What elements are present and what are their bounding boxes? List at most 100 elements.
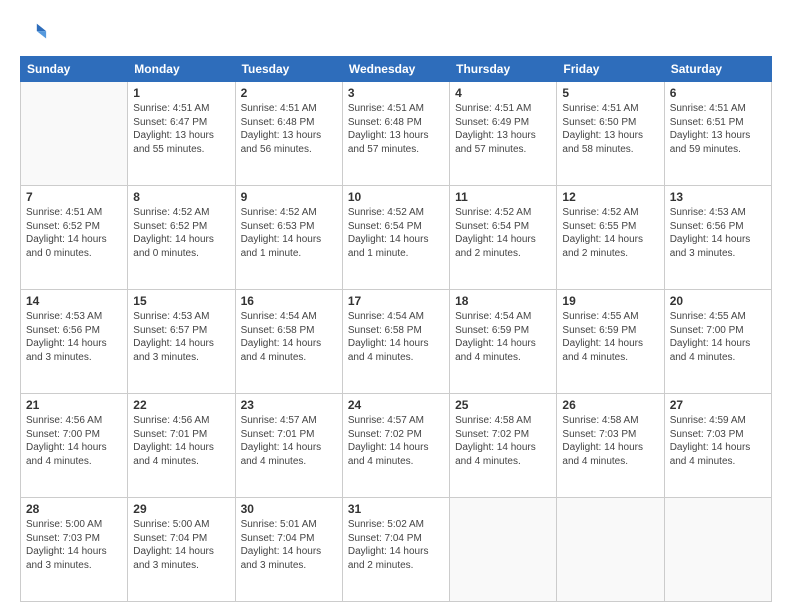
cell-day-number: 23 <box>241 398 337 412</box>
calendar-cell: 10Sunrise: 4:52 AM Sunset: 6:54 PM Dayli… <box>342 186 449 290</box>
cell-day-number: 25 <box>455 398 551 412</box>
cell-day-number: 26 <box>562 398 658 412</box>
calendar-cell: 15 Sunrise: 4:53 AM Sunset: 6:57 PM Dayli… <box>128 290 235 394</box>
calendar-cell: 17 Sunrise: 4:54 AM Sunset: 6:58 PM Dayli… <box>342 290 449 394</box>
calendar-cell: 31 Sunrise: 5:02 AM Sunset: 7:04 PM Dayli… <box>342 498 449 602</box>
cell-info: Sunrise: 4:57 AM Sunset: 7:01 PM Dayligh… <box>241 414 337 468</box>
calendar-cell: 14 Sunrise: 4:53 AM Sunset: 6:56 PM Dayli… <box>21 290 128 394</box>
calendar-cell: 8 Sunrise: 4:52 AM Sunset: 6:52 PM Daylig… <box>128 186 235 290</box>
cell-info: Sunrise: 5:00 AM Sunset: 7:04 PM Dayligh… <box>133 518 229 572</box>
calendar-cell: 18 Sunrise: 4:54 AM Sunset: 6:59 PM Dayli… <box>450 290 557 394</box>
page: SundayMondayTuesdayWednesdayThursdayFrid… <box>0 0 792 612</box>
cell-info: Sunrise: 4:53 AM Sunset: 6:56 PM Dayligh… <box>26 310 122 364</box>
cell-day-number: 19 <box>562 294 658 308</box>
cell-info: Sunrise: 4:55 AM Sunset: 7:00 PM Dayligh… <box>670 310 766 364</box>
cell-info: Sunrise: 4:58 AM Sunset: 7:03 PM Dayligh… <box>562 414 658 468</box>
cell-info: Sunrise: 4:51 AM Sunset: 6:47 PM Dayligh… <box>133 102 229 156</box>
calendar-cell: 5Sunrise: 4:51 AM Sunset: 6:50 PM Daylig… <box>557 82 664 186</box>
logo-icon <box>20 18 48 46</box>
calendar-week-0: 1Sunrise: 4:51 AM Sunset: 6:47 PM Daylig… <box>21 82 772 186</box>
calendar-cell: 2 Sunrise: 4:51 AM Sunset: 6:48 PM Daylig… <box>235 82 342 186</box>
cell-info: Sunrise: 4:52 AM Sunset: 6:52 PM Dayligh… <box>133 206 229 260</box>
cell-info: Sunrise: 4:53 AM Sunset: 6:56 PM Dayligh… <box>670 206 766 260</box>
cell-info: Sunrise: 4:52 AM Sunset: 6:54 PM Dayligh… <box>455 206 551 260</box>
day-header-monday: Monday <box>128 57 235 82</box>
cell-day-number: 31 <box>348 502 444 516</box>
cell-day-number: 24 <box>348 398 444 412</box>
cell-day-number: 12 <box>562 190 658 204</box>
cell-info: Sunrise: 4:51 AM Sunset: 6:49 PM Dayligh… <box>455 102 551 156</box>
calendar-cell: 19 Sunrise: 4:55 AM Sunset: 6:59 PM Dayli… <box>557 290 664 394</box>
cell-day-number: 17 <box>348 294 444 308</box>
calendar-cell: 22Sunrise: 4:56 AM Sunset: 7:01 PM Dayli… <box>128 394 235 498</box>
day-header-wednesday: Wednesday <box>342 57 449 82</box>
calendar-cell: 28 Sunrise: 5:00 AM Sunset: 7:03 PM Dayli… <box>21 498 128 602</box>
cell-day-number: 21 <box>26 398 122 412</box>
cell-day-number: 27 <box>670 398 766 412</box>
cell-day-number: 4 <box>455 86 551 100</box>
cell-info: Sunrise: 4:51 AM Sunset: 6:52 PM Dayligh… <box>26 206 122 260</box>
cell-info: Sunrise: 5:02 AM Sunset: 7:04 PM Dayligh… <box>348 518 444 572</box>
cell-day-number: 14 <box>26 294 122 308</box>
cell-day-number: 13 <box>670 190 766 204</box>
cell-day-number: 16 <box>241 294 337 308</box>
calendar-cell: 12Sunrise: 4:52 AM Sunset: 6:55 PM Dayli… <box>557 186 664 290</box>
calendar-week-1: 7 Sunrise: 4:51 AM Sunset: 6:52 PM Daylig… <box>21 186 772 290</box>
calendar-table: SundayMondayTuesdayWednesdayThursdayFrid… <box>20 56 772 602</box>
calendar-cell: 25 Sunrise: 4:58 AM Sunset: 7:02 PM Dayli… <box>450 394 557 498</box>
logo <box>20 18 52 46</box>
calendar-cell: 16 Sunrise: 4:54 AM Sunset: 6:58 PM Dayli… <box>235 290 342 394</box>
cell-day-number: 30 <box>241 502 337 516</box>
calendar-cell: 29 Sunrise: 5:00 AM Sunset: 7:04 PM Dayli… <box>128 498 235 602</box>
cell-info: Sunrise: 4:54 AM Sunset: 6:59 PM Dayligh… <box>455 310 551 364</box>
calendar-cell: 4 Sunrise: 4:51 AM Sunset: 6:49 PM Daylig… <box>450 82 557 186</box>
cell-info: Sunrise: 4:54 AM Sunset: 6:58 PM Dayligh… <box>241 310 337 364</box>
calendar-cell: 21 Sunrise: 4:56 AM Sunset: 7:00 PM Dayli… <box>21 394 128 498</box>
cell-info: Sunrise: 4:52 AM Sunset: 6:53 PM Dayligh… <box>241 206 337 260</box>
cell-day-number: 2 <box>241 86 337 100</box>
day-header-sunday: Sunday <box>21 57 128 82</box>
calendar-cell <box>664 498 771 602</box>
calendar-cell <box>557 498 664 602</box>
cell-info: Sunrise: 4:51 AM Sunset: 6:48 PM Dayligh… <box>348 102 444 156</box>
calendar-cell: 9Sunrise: 4:52 AM Sunset: 6:53 PM Daylig… <box>235 186 342 290</box>
cell-info: Sunrise: 4:51 AM Sunset: 6:51 PM Dayligh… <box>670 102 766 156</box>
cell-info: Sunrise: 5:01 AM Sunset: 7:04 PM Dayligh… <box>241 518 337 572</box>
calendar-cell: 1Sunrise: 4:51 AM Sunset: 6:47 PM Daylig… <box>128 82 235 186</box>
cell-info: Sunrise: 4:56 AM Sunset: 7:00 PM Dayligh… <box>26 414 122 468</box>
day-header-thursday: Thursday <box>450 57 557 82</box>
cell-day-number: 15 <box>133 294 229 308</box>
cell-day-number: 3 <box>348 86 444 100</box>
header <box>20 18 772 46</box>
cell-info: Sunrise: 5:00 AM Sunset: 7:03 PM Dayligh… <box>26 518 122 572</box>
calendar-cell: 3 Sunrise: 4:51 AM Sunset: 6:48 PM Daylig… <box>342 82 449 186</box>
cell-day-number: 29 <box>133 502 229 516</box>
calendar-cell: 26 Sunrise: 4:58 AM Sunset: 7:03 PM Dayli… <box>557 394 664 498</box>
cell-day-number: 20 <box>670 294 766 308</box>
calendar-cell: 24 Sunrise: 4:57 AM Sunset: 7:02 PM Dayli… <box>342 394 449 498</box>
calendar-week-2: 14 Sunrise: 4:53 AM Sunset: 6:56 PM Dayli… <box>21 290 772 394</box>
calendar-week-4: 28 Sunrise: 5:00 AM Sunset: 7:03 PM Dayli… <box>21 498 772 602</box>
cell-day-number: 28 <box>26 502 122 516</box>
calendar-cell <box>450 498 557 602</box>
cell-info: Sunrise: 4:51 AM Sunset: 6:50 PM Dayligh… <box>562 102 658 156</box>
calendar-cell: 6Sunrise: 4:51 AM Sunset: 6:51 PM Daylig… <box>664 82 771 186</box>
calendar-cell: 13 Sunrise: 4:53 AM Sunset: 6:56 PM Dayli… <box>664 186 771 290</box>
cell-info: Sunrise: 4:57 AM Sunset: 7:02 PM Dayligh… <box>348 414 444 468</box>
cell-info: Sunrise: 4:56 AM Sunset: 7:01 PM Dayligh… <box>133 414 229 468</box>
calendar-cell: 11Sunrise: 4:52 AM Sunset: 6:54 PM Dayli… <box>450 186 557 290</box>
cell-day-number: 7 <box>26 190 122 204</box>
calendar-cell: 7 Sunrise: 4:51 AM Sunset: 6:52 PM Daylig… <box>21 186 128 290</box>
cell-info: Sunrise: 4:52 AM Sunset: 6:54 PM Dayligh… <box>348 206 444 260</box>
calendar-week-3: 21 Sunrise: 4:56 AM Sunset: 7:00 PM Dayli… <box>21 394 772 498</box>
cell-info: Sunrise: 4:58 AM Sunset: 7:02 PM Dayligh… <box>455 414 551 468</box>
cell-info: Sunrise: 4:55 AM Sunset: 6:59 PM Dayligh… <box>562 310 658 364</box>
cell-info: Sunrise: 4:59 AM Sunset: 7:03 PM Dayligh… <box>670 414 766 468</box>
cell-day-number: 8 <box>133 190 229 204</box>
calendar-cell: 23 Sunrise: 4:57 AM Sunset: 7:01 PM Dayli… <box>235 394 342 498</box>
cell-info: Sunrise: 4:54 AM Sunset: 6:58 PM Dayligh… <box>348 310 444 364</box>
cell-info: Sunrise: 4:51 AM Sunset: 6:48 PM Dayligh… <box>241 102 337 156</box>
cell-info: Sunrise: 4:53 AM Sunset: 6:57 PM Dayligh… <box>133 310 229 364</box>
cell-day-number: 18 <box>455 294 551 308</box>
calendar-cell: 30 Sunrise: 5:01 AM Sunset: 7:04 PM Dayli… <box>235 498 342 602</box>
